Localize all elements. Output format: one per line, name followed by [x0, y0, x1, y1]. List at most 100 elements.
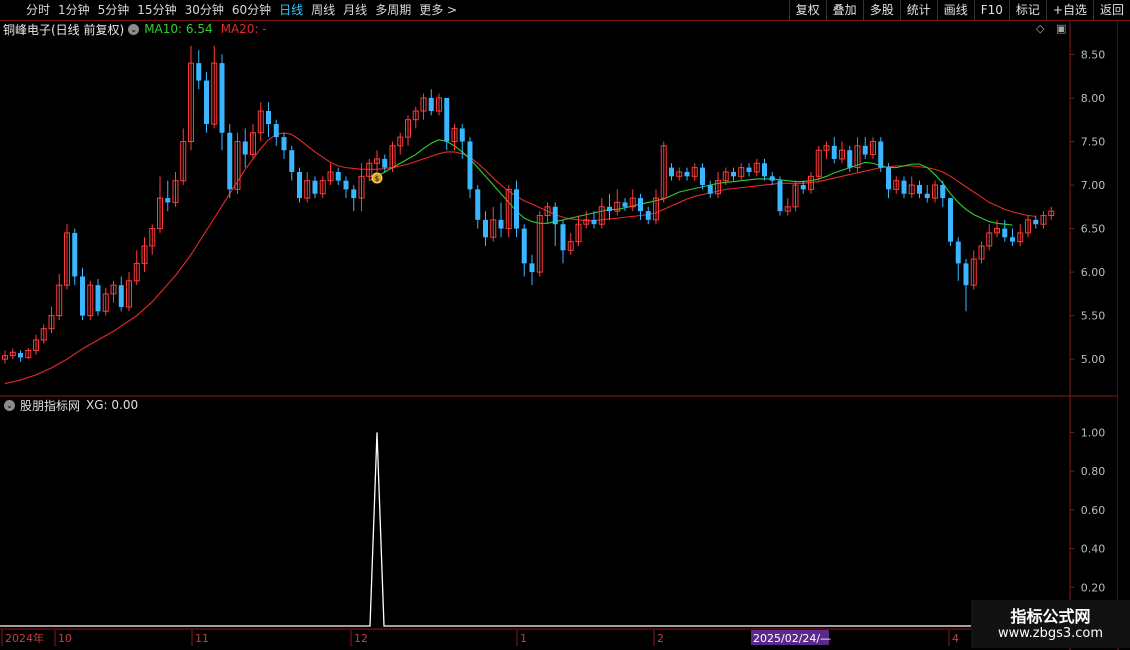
price-tick-label: 5.50 — [1081, 310, 1106, 323]
candle — [831, 137, 837, 164]
candle — [180, 128, 187, 186]
candle — [64, 224, 70, 290]
candle — [467, 137, 473, 199]
candle — [792, 180, 799, 212]
candle — [878, 137, 884, 172]
candle — [753, 158, 760, 177]
tool-button-6[interactable]: 标记 — [1008, 0, 1046, 20]
kline-chart[interactable]: 8.50 8.00 7.50 7.00 6.50 6.00 5.50 5.00 1.00 0.80… — [0, 0, 1130, 650]
candle — [963, 259, 969, 312]
candle-body — [638, 198, 643, 212]
candle — [924, 185, 930, 203]
candle — [40, 324, 47, 344]
tool-button-4[interactable]: 画线 — [936, 0, 974, 20]
candle — [893, 176, 900, 194]
period-tab-3[interactable]: 15分钟 — [137, 0, 176, 20]
candle-body — [118, 285, 124, 307]
candle — [1048, 206, 1055, 220]
right-side-panel[interactable] — [1118, 21, 1130, 630]
period-tab-2[interactable]: 5分钟 — [98, 0, 130, 20]
candle-body — [777, 180, 783, 212]
candle — [281, 132, 287, 159]
candle-body — [343, 180, 349, 190]
candle — [560, 219, 566, 264]
candle-body — [552, 206, 558, 225]
candle-body — [560, 224, 566, 251]
tool-button-2[interactable]: 多股 — [862, 0, 900, 20]
candle-body — [700, 167, 705, 186]
period-tab-7[interactable]: 周线 — [311, 0, 335, 20]
date-label: 10 — [58, 632, 72, 645]
tool-button-0[interactable]: 复权 — [788, 0, 826, 20]
ma20-label: MA20: - — [220, 22, 267, 36]
candle — [343, 176, 349, 199]
candle — [319, 176, 326, 199]
candle — [1002, 219, 1008, 242]
candle-body — [165, 198, 171, 203]
candle — [514, 180, 519, 238]
indicator-tick-label: 0.40 — [1081, 543, 1106, 556]
candle-body — [498, 219, 504, 229]
candle — [351, 185, 357, 212]
candle — [95, 279, 101, 316]
indicator-dropdown-icon[interactable]: ⌄ — [4, 399, 15, 411]
candle-body — [645, 211, 651, 220]
candle — [266, 102, 271, 138]
candle — [18, 350, 23, 362]
candle — [870, 137, 876, 159]
diamond-icon[interactable]: ◇ — [1036, 22, 1044, 35]
candle-body — [847, 150, 853, 168]
candle-body — [746, 167, 752, 172]
candle-body — [591, 219, 597, 225]
candle-body — [266, 111, 271, 125]
candle — [420, 93, 427, 120]
candle-body — [1010, 237, 1015, 242]
indicator-tick-label: 1.00 — [1081, 426, 1106, 439]
candle-body — [95, 285, 101, 312]
period-tab-10[interactable]: 更多 > — [419, 0, 457, 20]
tool-button-1[interactable]: 叠加 — [825, 0, 863, 20]
candle — [676, 167, 683, 181]
stock-title[interactable]: 铜峰电子(日线 前复权) — [3, 21, 124, 38]
period-tab-0[interactable]: 分时 — [26, 0, 50, 20]
candle — [289, 145, 295, 181]
candle — [614, 189, 621, 216]
tool-button-3[interactable]: 统计 — [899, 0, 937, 20]
candle — [80, 267, 85, 320]
price-tick-label: 6.00 — [1081, 266, 1106, 279]
candle — [451, 124, 458, 151]
candle — [412, 106, 419, 129]
candle — [428, 89, 434, 116]
period-tab-6[interactable]: 日线 — [279, 0, 303, 20]
period-tab-4[interactable]: 30分钟 — [185, 0, 224, 20]
candle — [389, 141, 396, 172]
candle-body — [80, 276, 85, 316]
tool-button-5[interactable]: F10 — [973, 0, 1009, 20]
tool-button-8[interactable]: 返回 — [1092, 0, 1130, 20]
period-tab-9[interactable]: 多周期 — [375, 0, 411, 20]
candle-body — [1002, 228, 1008, 238]
candle — [405, 115, 411, 146]
candle — [157, 176, 163, 233]
candle — [955, 237, 961, 281]
date-label: 1 — [520, 632, 527, 645]
candle — [118, 276, 124, 312]
candle — [172, 171, 179, 207]
settings-dropdown-icon[interactable]: ⌄ — [128, 23, 140, 35]
candle-body — [1033, 219, 1039, 225]
period-tab-5[interactable]: 60分钟 — [232, 0, 271, 20]
indicator-name[interactable]: 股朋指标网 — [20, 397, 80, 414]
period-tab-8[interactable]: 月线 — [343, 0, 367, 20]
candle — [149, 224, 156, 255]
candle-body — [72, 232, 78, 277]
panel-toggle-icon[interactable]: ▣ — [1056, 22, 1066, 35]
tool-buttons: 复权 叠加 多股 统计 画线 F10 标记 +自选 返回 — [788, 0, 1130, 20]
candle-body — [622, 202, 628, 207]
candle-body — [242, 141, 248, 155]
candle — [669, 163, 674, 181]
tool-button-7[interactable]: +自选 — [1045, 0, 1093, 20]
period-tab-1[interactable]: 1分钟 — [58, 0, 90, 20]
candle-body — [963, 263, 969, 286]
candle-body — [483, 219, 488, 238]
price-tick-label: 5.00 — [1081, 353, 1106, 366]
